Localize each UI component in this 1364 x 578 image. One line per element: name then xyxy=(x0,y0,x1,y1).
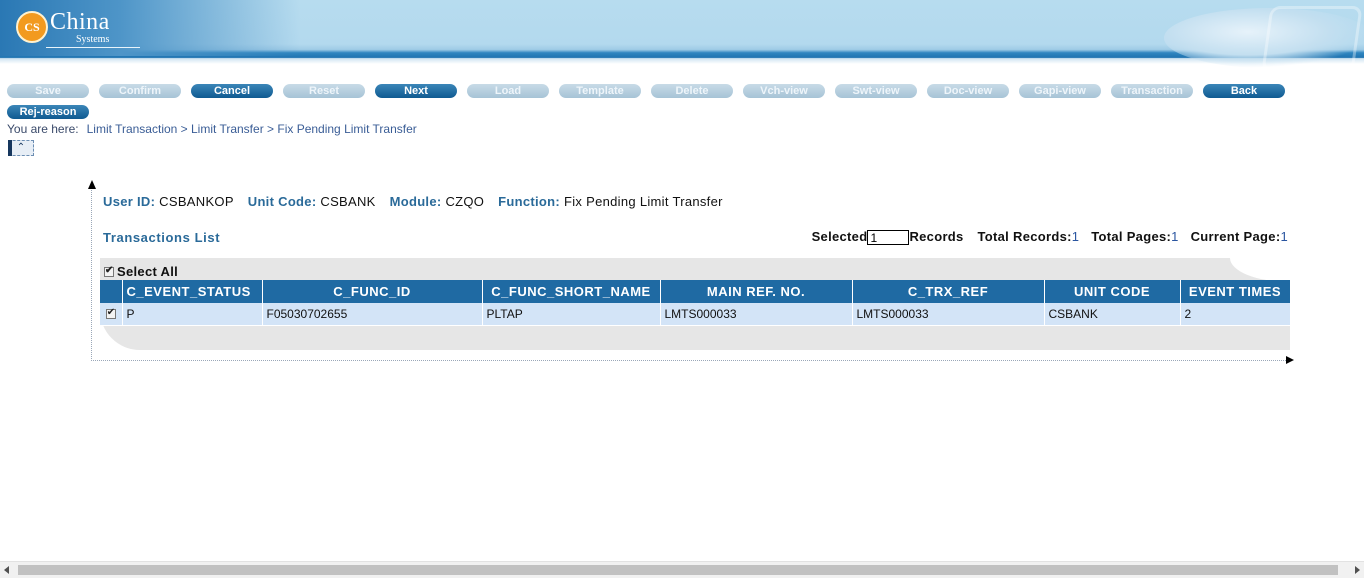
scroll-right-icon[interactable] xyxy=(1355,566,1360,574)
select-all-checkbox[interactable] xyxy=(104,265,114,277)
column-header[interactable]: C_FUNC_ID xyxy=(262,280,483,303)
unit-code-value: CSBANK xyxy=(320,194,376,209)
grid-corner-decoration xyxy=(1230,258,1290,282)
user-id-value: CSBANKOP xyxy=(159,194,234,209)
horizontal-scrollbar[interactable] xyxy=(0,561,1364,578)
save-button[interactable]: Save xyxy=(7,84,89,98)
reset-button[interactable]: Reset xyxy=(283,84,365,98)
transactions-table: C_EVENT_STATUS C_FUNC_ID C_FUNC_SHORT_NA… xyxy=(100,280,1291,326)
breadcrumb-path[interactable]: Limit Transaction > Limit Transfer > Fix… xyxy=(87,122,417,136)
doc-view-button[interactable]: Doc-view xyxy=(927,84,1009,98)
table-cell: LMTS000033 xyxy=(852,303,1045,326)
pagination-info: SelectedRecords Total Records:1 Total Pa… xyxy=(811,229,1288,246)
rej-reason-button[interactable]: Rej-reason xyxy=(7,105,89,119)
column-header[interactable]: MAIN REF. NO. xyxy=(660,280,853,303)
gapi-view-button[interactable]: Gapi-view xyxy=(1019,84,1101,98)
breadcrumb: You are here: Limit Transaction > Limit T… xyxy=(7,122,417,136)
collapse-toggle-button[interactable]: ⌃ xyxy=(8,140,34,156)
total-pages-value: 1 xyxy=(1171,229,1179,244)
function-value: Fix Pending Limit Transfer xyxy=(563,194,723,209)
table-cell: P xyxy=(122,303,263,326)
selected-label: Selected xyxy=(811,229,868,244)
total-pages-label: Total Pages: xyxy=(1091,229,1172,244)
selected-records-input[interactable] xyxy=(867,230,910,246)
arrow-up-icon xyxy=(88,180,96,189)
row-select-cell[interactable] xyxy=(100,303,123,326)
transactions-list-title: Transactions List xyxy=(103,230,221,245)
header-watermark-logo xyxy=(1261,6,1363,72)
confirm-button[interactable]: Confirm xyxy=(99,84,181,98)
select-all-label: Select All xyxy=(117,264,179,279)
transaction-button[interactable]: Transaction xyxy=(1111,84,1193,98)
session-info: User ID: CSBANKOP Unit Code: CSBANK Modu… xyxy=(103,194,733,209)
logo-subtitle: Systems xyxy=(76,34,110,45)
current-page-label: Current Page: xyxy=(1190,229,1281,244)
table-cell: 2 xyxy=(1180,303,1291,326)
table-cell: CSBANK xyxy=(1044,303,1181,326)
load-button[interactable]: Load xyxy=(467,84,549,98)
app-header: CS China Systems xyxy=(0,0,1364,80)
module-value: CZQO xyxy=(445,194,485,209)
back-button[interactable]: Back xyxy=(1203,84,1285,98)
grid-container: Select All C_EVENT_STATUS C_FUNC_ID C_FU… xyxy=(100,258,1291,350)
vch-view-button[interactable]: Vch-view xyxy=(743,84,825,98)
select-all[interactable]: Select All xyxy=(104,264,178,279)
china-systems-logo: CS China Systems xyxy=(16,8,146,52)
column-header[interactable]: EVENT TIMES xyxy=(1180,280,1291,303)
table-header-row: C_EVENT_STATUS C_FUNC_ID C_FUNC_SHORT_NA… xyxy=(100,280,1291,303)
scroll-left-icon[interactable] xyxy=(4,566,9,574)
table-row[interactable]: P F05030702655 PLTAP LMTS000033 LMTS0000… xyxy=(100,303,1291,326)
logo-rule xyxy=(46,47,140,48)
column-header[interactable]: C_EVENT_STATUS xyxy=(122,280,263,303)
row-checkbox[interactable] xyxy=(105,307,116,319)
total-records-label: Total Records: xyxy=(977,229,1072,244)
transaction-panel: User ID: CSBANKOP Unit Code: CSBANK Modu… xyxy=(88,180,1294,364)
table-cell: LMTS000033 xyxy=(660,303,853,326)
column-header-select xyxy=(100,280,123,303)
table-cell: F05030702655 xyxy=(262,303,483,326)
cancel-button[interactable]: Cancel xyxy=(191,84,273,98)
double-chevron-up-icon: ⌃ xyxy=(16,142,26,153)
current-page-value: 1 xyxy=(1280,229,1288,244)
function-label: Function: xyxy=(498,194,561,209)
arrow-right-icon xyxy=(1286,356,1294,364)
unit-code-label: Unit Code: xyxy=(247,194,317,209)
column-header[interactable]: UNIT CODE xyxy=(1044,280,1181,303)
records-label: Records xyxy=(909,229,964,244)
cs-logo-badge: CS xyxy=(16,11,48,43)
swt-view-button[interactable]: Swt-view xyxy=(835,84,917,98)
logo-name: China xyxy=(50,9,110,35)
table-cell: PLTAP xyxy=(482,303,661,326)
column-header[interactable]: C_TRX_REF xyxy=(852,280,1045,303)
user-id-label: User ID: xyxy=(103,194,156,209)
delete-button[interactable]: Delete xyxy=(651,84,733,98)
breadcrumb-label: You are here: xyxy=(7,122,79,136)
scrollbar-thumb[interactable] xyxy=(18,565,1338,575)
next-button[interactable]: Next xyxy=(375,84,457,98)
column-header[interactable]: C_FUNC_SHORT_NAME xyxy=(482,280,661,303)
template-button[interactable]: Template xyxy=(559,84,641,98)
module-label: Module: xyxy=(389,194,442,209)
total-records-value: 1 xyxy=(1071,229,1080,244)
